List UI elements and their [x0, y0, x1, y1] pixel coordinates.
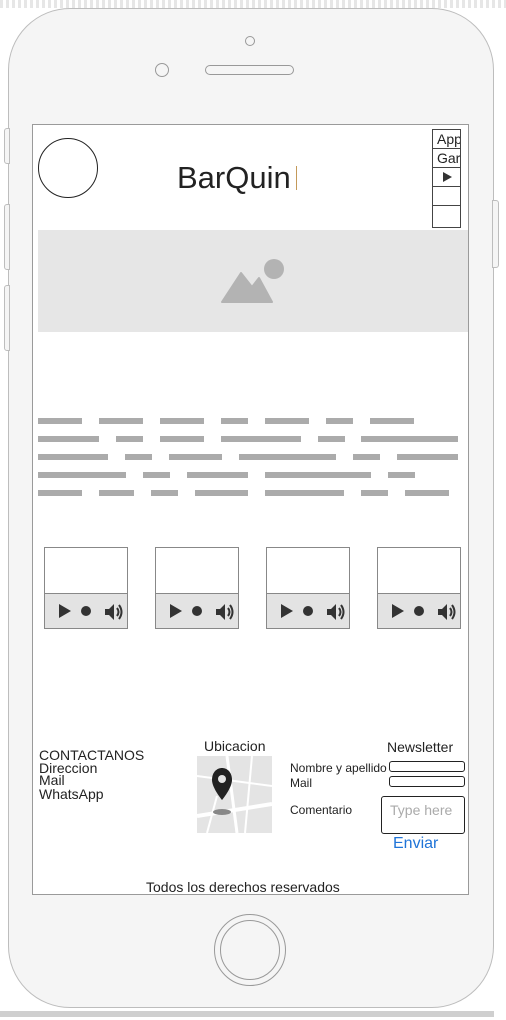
seek-handle[interactable] [414, 606, 424, 616]
map-graphic [197, 756, 272, 833]
speaker-volume-icon[interactable] [436, 602, 458, 622]
text-line [239, 454, 336, 460]
map-thumbnail[interactable] [197, 756, 272, 833]
hero-image-placeholder [38, 230, 468, 332]
text-line [99, 490, 134, 496]
proximity-sensor [155, 63, 169, 77]
speaker-volume-icon[interactable] [325, 602, 347, 622]
play-icon[interactable] [392, 604, 404, 618]
home-button-inner [220, 920, 280, 980]
text-line [221, 418, 248, 424]
text-line [99, 418, 143, 424]
audio-player[interactable] [266, 547, 350, 629]
nav-menu: App Gar [432, 129, 461, 228]
phone-side-button-right [492, 200, 499, 268]
seek-handle[interactable] [192, 606, 202, 616]
text-line [160, 436, 204, 442]
menu-item-empty-2[interactable] [433, 206, 460, 225]
mail-label: Mail [290, 776, 313, 790]
name-input[interactable] [389, 761, 465, 772]
audio-player[interactable] [377, 547, 461, 629]
text-cursor [296, 166, 297, 190]
map-pin-icon [212, 768, 232, 815]
speaker-volume-icon[interactable] [214, 602, 236, 622]
text-line [221, 436, 301, 442]
text-line [265, 490, 344, 496]
text-line [38, 454, 108, 460]
newsletter-title: Newsletter [387, 739, 454, 755]
text-line [353, 454, 380, 460]
audio-player[interactable] [155, 547, 239, 629]
text-line [38, 436, 99, 442]
brand-title: BarQuin [177, 160, 291, 195]
phone-side-button-left-middle [4, 204, 10, 270]
audio-controls [45, 593, 127, 628]
earpiece-speaker [205, 65, 294, 75]
audio-controls [156, 593, 238, 628]
menu-item-gar[interactable]: Gar [433, 149, 460, 168]
text-line [405, 490, 449, 496]
text-line [160, 418, 204, 424]
text-line [38, 472, 126, 478]
phone-side-button-left-top [4, 128, 10, 164]
text-line [388, 472, 415, 478]
text-line [361, 436, 458, 442]
text-line [151, 490, 178, 496]
location-title: Ubicacion [204, 738, 266, 754]
menu-item-empty-1[interactable] [433, 187, 460, 206]
text-line [187, 472, 248, 478]
circle-logo-placeholder[interactable] [38, 138, 98, 198]
text-line [265, 418, 309, 424]
play-icon[interactable] [281, 604, 293, 618]
text-line [143, 472, 170, 478]
text-line [318, 436, 345, 442]
audio-controls [267, 593, 349, 628]
canvas-top-ruler [0, 0, 506, 8]
play-icon[interactable] [170, 604, 182, 618]
canvas-bottom-scrollbar[interactable] [0, 1011, 494, 1017]
phone-side-button-left-bottom [4, 285, 10, 351]
text-line [370, 418, 414, 424]
speaker-volume-icon[interactable] [103, 602, 125, 622]
text-line [38, 418, 82, 424]
submit-button[interactable]: Enviar [393, 835, 438, 853]
text-line [326, 418, 353, 424]
text-line [125, 454, 152, 460]
audio-controls [378, 593, 460, 628]
mail-input[interactable] [389, 776, 465, 787]
front-camera [245, 36, 255, 46]
text-line [169, 454, 222, 460]
audio-player[interactable] [44, 547, 128, 629]
play-triangle-icon [442, 172, 452, 182]
seek-handle[interactable] [303, 606, 313, 616]
text-line [38, 490, 82, 496]
play-icon[interactable] [59, 604, 71, 618]
text-line [397, 454, 458, 460]
text-line [361, 490, 388, 496]
copyright-text: Todos los derechos reservados [146, 879, 340, 895]
text-line [265, 472, 371, 478]
comment-textarea[interactable]: Type here [381, 796, 465, 834]
text-line [195, 490, 248, 496]
image-placeholder-icon [221, 259, 284, 303]
menu-item-app[interactable]: App [433, 130, 460, 149]
name-label: Nombre y apellido [290, 761, 387, 775]
contact-link-whatsapp[interactable]: WhatsApp [39, 787, 104, 801]
seek-handle[interactable] [81, 606, 91, 616]
text-line [116, 436, 143, 442]
comment-label: Comentario [290, 803, 353, 817]
menu-item-play[interactable] [433, 168, 460, 187]
